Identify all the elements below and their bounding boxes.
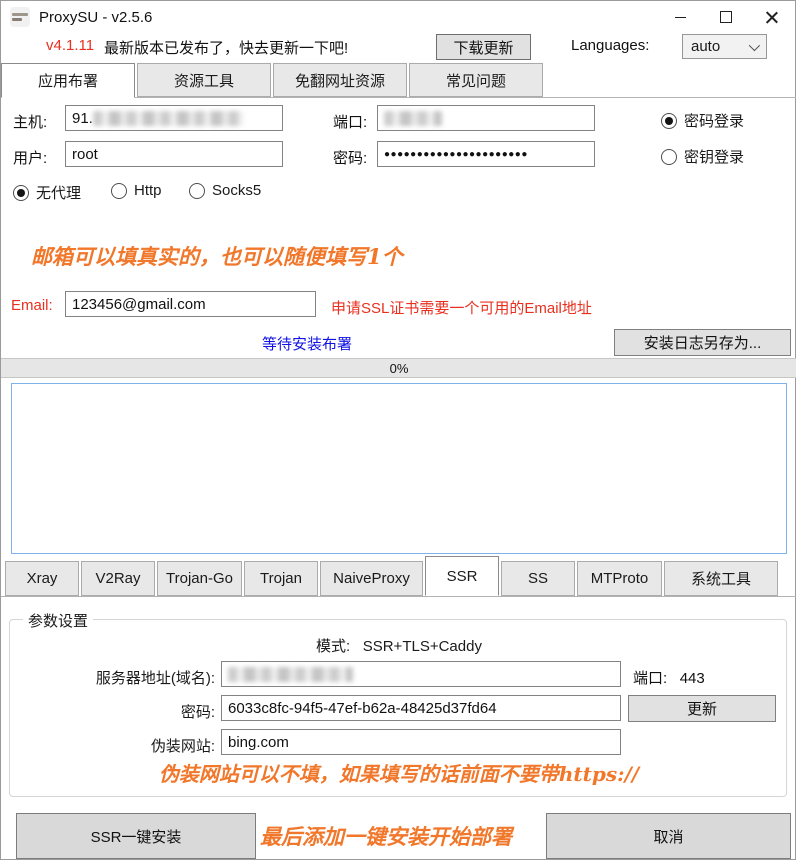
titlebar: ProxySU - v2.5.6 [1,1,795,33]
main-tab-bar: 应用布署 资源工具 免翻网址资源 常见问题 [1,63,796,98]
ssr-port-value: 443 [680,670,705,687]
mode-value: SSR+TLS+Caddy [363,638,482,655]
tab-mtproto[interactable]: MTProto [577,561,662,596]
log-output[interactable] [11,383,787,554]
ssl-email-hint: 申请SSL证书需要一个可用的Email地址 [331,297,592,318]
http-proxy-radio[interactable]: Http [111,182,162,199]
radio-unchecked-icon [111,183,127,199]
http-proxy-label: Http [134,182,162,199]
host-value-prefix: 91. [72,110,93,127]
radio-unchecked-icon [661,149,677,165]
window-title: ProxySU - v2.5.6 [39,9,152,26]
censored-port-value [384,111,442,126]
radio-checked-icon [661,113,677,129]
key-login-label: 密钥登录 [684,146,744,167]
proxysu-window: { "colors": { "accent_orange": "#f1772b"… [0,0,796,860]
save-log-button[interactable]: 安装日志另存为... [614,329,791,356]
language-dropdown[interactable]: auto [682,34,767,59]
close-icon [766,11,778,23]
server-address-input[interactable] [221,661,621,687]
password-login-label: 密码登录 [684,110,744,131]
camouflage-site-input[interactable] [221,729,621,755]
tab-ss[interactable]: SS [501,561,575,596]
tab-app-deploy[interactable]: 应用布署 [1,63,135,98]
no-proxy-label: 无代理 [36,182,81,203]
window-controls [657,1,795,33]
tab-xray[interactable]: Xray [5,561,79,596]
install-status-text: 等待安装布署 [1,333,613,354]
user-input[interactable] [65,141,283,167]
ssr-install-button[interactable]: SSR一键安装 [16,813,256,859]
tab-ssr[interactable]: SSR [425,556,499,596]
ssr-password-input[interactable] [221,695,621,721]
server-address-label: 服务器地址(域名): [3,667,215,688]
key-login-radio[interactable]: 密钥登录 [661,146,744,167]
minimize-icon [675,17,686,18]
host-input[interactable]: 91. [65,105,283,131]
radio-checked-icon [13,185,29,201]
maximize-icon [720,11,732,23]
update-message: 最新版本已发布了，快去更新一下吧! [104,37,348,58]
install-note: 最后添加一键安装开始部署 [260,821,512,851]
host-label: 主机: [13,111,47,132]
password-dots: ●●●●●●●●●●●●●●●●●●●●●● [384,149,528,160]
radio-unchecked-icon [189,183,205,199]
maximize-button[interactable] [703,1,749,33]
tab-resource-tools[interactable]: 资源工具 [137,63,271,97]
socks5-proxy-radio[interactable]: Socks5 [189,182,261,199]
progress-bar: 0% [1,358,796,378]
new-version-label: v4.1.11 [46,37,94,54]
port-input[interactable] [377,105,595,131]
email-note: 邮箱可以填真实的，也可以随便填写1个 [31,241,403,271]
language-value: auto [691,38,720,55]
close-button[interactable] [749,1,795,33]
tab-trojan[interactable]: Trojan [244,561,318,596]
port-label: 端口: [333,111,367,132]
chevron-down-icon [749,39,760,50]
tab-free-sites[interactable]: 免翻网址资源 [273,63,407,97]
ssr-port-line: 端口: 443 [633,667,705,688]
email-label: Email: [11,297,53,314]
user-label: 用户: [13,147,47,168]
password-login-radio[interactable]: 密码登录 [661,110,744,131]
camouflage-site-label: 伪装网站: [3,735,215,756]
tab-v2ray[interactable]: V2Ray [81,561,155,596]
no-proxy-radio[interactable]: 无代理 [13,182,81,203]
password-label: 密码: [333,147,367,168]
ssr-password-label: 密码: [3,701,215,722]
mode-label: 模式: [316,638,350,655]
download-update-button[interactable]: 下载更新 [436,34,531,60]
progress-percent: 0% [390,361,409,376]
socks5-proxy-label: Socks5 [212,182,261,199]
app-icon [10,7,30,27]
minimize-button[interactable] [657,1,703,33]
languages-label: Languages: [571,37,649,54]
ssr-port-label: 端口: [633,670,667,687]
email-input[interactable] [65,291,316,317]
tab-trojan-go[interactable]: Trojan-Go [157,561,242,596]
tab-system-tools[interactable]: 系统工具 [664,561,778,596]
password-input[interactable]: ●●●●●●●●●●●●●●●●●●●●●● [377,141,595,167]
censored-host-value [93,111,243,126]
settings-group-title: 参数设置 [23,610,93,631]
tab-faq[interactable]: 常见问题 [409,63,543,97]
camouflage-note: 伪装网站可以不填，如果填写的话前面不要带https:// [1,758,796,787]
censored-domain-value [228,667,353,682]
protocol-tab-bar: Xray V2Ray Trojan-Go Trojan NaiveProxy S… [1,557,796,597]
update-password-button[interactable]: 更新 [628,695,776,722]
cancel-button[interactable]: 取消 [546,813,791,859]
tab-naiveproxy[interactable]: NaiveProxy [320,561,423,596]
mode-line: 模式: SSR+TLS+Caddy [1,635,796,656]
